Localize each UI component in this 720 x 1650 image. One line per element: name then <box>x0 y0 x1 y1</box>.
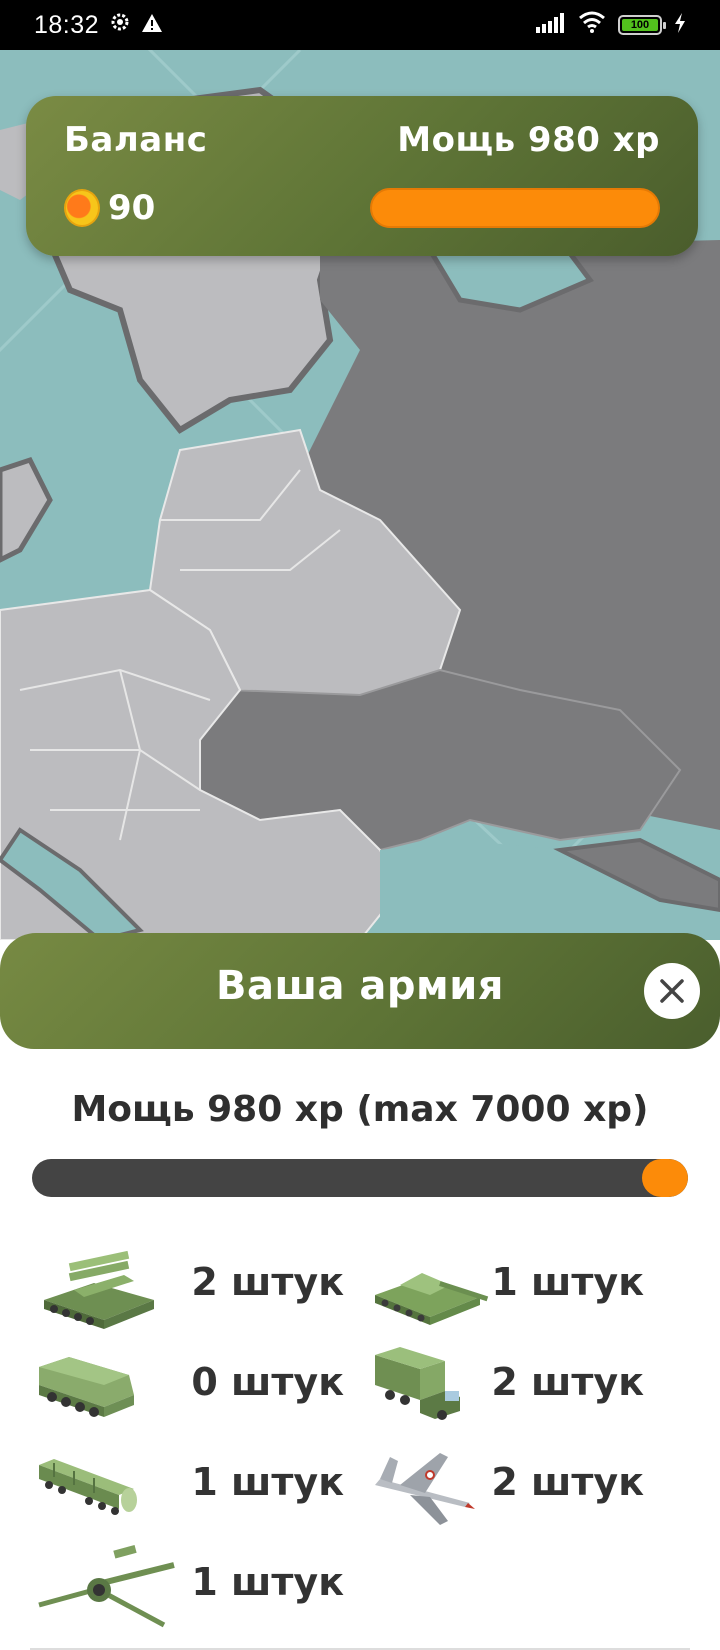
unit-artillery-cannon[interactable] <box>34 1545 184 1631</box>
coin-icon <box>64 189 100 227</box>
close-icon <box>660 979 684 1003</box>
warning-icon <box>141 11 163 39</box>
army-power-bar <box>32 1159 688 1197</box>
army-title: Ваша армия <box>216 963 504 1009</box>
signal-icon <box>536 11 566 39</box>
missile-launcher-icon <box>39 1459 137 1515</box>
unit-tank[interactable] <box>370 1245 500 1331</box>
balance-label: Баланс <box>64 120 208 160</box>
unit-sam-launcher[interactable] <box>34 1245 164 1331</box>
fighter-jet-icon <box>375 1453 475 1525</box>
unit-count-missile-launcher: 1 штук <box>191 1460 344 1504</box>
unit-count-artillery-cannon: 1 штук <box>191 1560 344 1604</box>
army-power-text: Мощь 980 хр (max 7000 хр) <box>71 1089 649 1130</box>
army-power-bar-fill <box>642 1159 688 1197</box>
unit-count-military-truck: 2 штук <box>491 1360 644 1404</box>
tank-icon <box>375 1273 489 1325</box>
unit-count-tank: 1 штук <box>491 1260 644 1304</box>
unit-count-armored-carrier: 0 штук <box>191 1360 344 1404</box>
unit-count-fighter-jet: 2 штук <box>491 1460 644 1504</box>
coin-value: 90 <box>108 188 156 228</box>
military-truck-icon <box>375 1347 460 1420</box>
unit-armored-carrier[interactable] <box>34 1345 164 1431</box>
coin-balance: 90 <box>64 188 155 228</box>
power-progress-bar <box>370 188 660 228</box>
close-button[interactable] <box>644 963 700 1019</box>
unit-count-sam-launcher: 2 штук <box>191 1260 344 1304</box>
battery-icon: 100 <box>618 15 666 35</box>
unit-fighter-jet[interactable] <box>370 1445 500 1531</box>
unit-military-truck[interactable] <box>370 1345 500 1431</box>
armored-carrier-icon <box>39 1357 134 1417</box>
balance-card: Баланс Мощь 980 хр 90 <box>26 96 698 256</box>
battery-level: 100 <box>622 19 658 31</box>
army-panel: Мощь 980 хр (max 7000 хр) 2 штук 1 штук <box>0 1049 720 1650</box>
unit-missile-launcher[interactable] <box>34 1445 164 1531</box>
settings-gear-icon <box>109 11 131 39</box>
power-label: Мощь 980 хр <box>397 120 660 160</box>
army-panel-header: Ваша армия <box>0 933 720 1049</box>
clock: 18:32 <box>34 10 100 39</box>
wifi-icon <box>578 11 606 39</box>
sam-launcher-icon <box>44 1250 154 1329</box>
artillery-cannon-icon <box>38 1545 175 1628</box>
charging-icon <box>674 11 686 39</box>
status-bar: 18:32 100 <box>0 0 720 50</box>
